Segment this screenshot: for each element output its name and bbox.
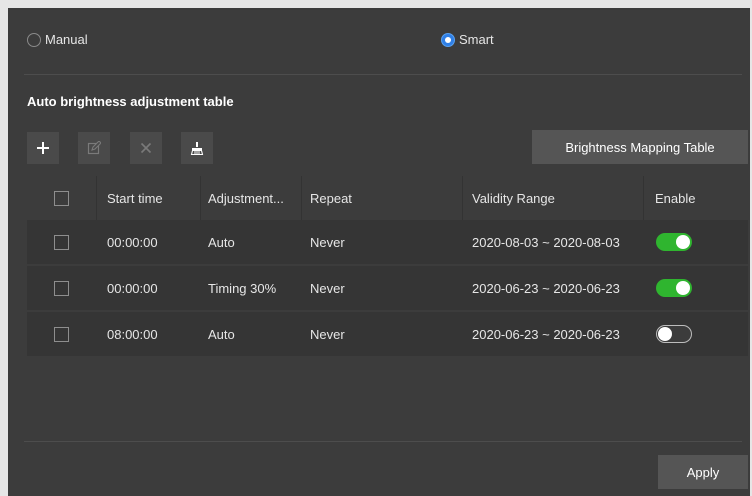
bottom-divider [24,441,742,442]
column-divider [200,176,201,220]
header-enable[interactable]: Enable [655,176,695,220]
top-divider [24,74,742,75]
repeat-cell: Never [310,280,345,296]
table-row[interactable]: 00:00:00 Timing 30% Never 2020-06-23 ~ 2… [27,266,748,310]
toggle-knob [676,281,690,295]
enable-cell [656,312,692,356]
broom-icon [190,141,204,155]
mode-selector: Manual Smart [8,32,750,54]
edit-icon [87,141,101,155]
repeat-cell: Never [310,326,345,342]
repeat-cell: Never [310,234,345,250]
header-adjustment[interactable]: Adjustment... [208,176,284,220]
header-validity-range[interactable]: Validity Range [472,176,555,220]
toggle-knob [658,327,672,341]
brightness-mapping-table-button[interactable]: Brightness Mapping Table [532,130,748,164]
brightness-settings-panel: Manual Smart Auto brightness adjustment … [8,8,750,496]
manual-radio[interactable] [27,32,41,47]
table-row[interactable]: 08:00:00 Auto Never 2020-06-23 ~ 2020-06… [27,312,748,356]
column-divider [462,176,463,220]
validity-range-cell: 2020-06-23 ~ 2020-06-23 [472,280,620,296]
row-select-cell [54,266,69,310]
adjustment-cell: Auto [208,326,235,342]
smart-radio[interactable] [441,32,455,47]
manual-option[interactable]: Manual [27,32,88,47]
select-all-checkbox[interactable] [54,190,69,206]
edit-button[interactable] [78,132,110,164]
start-time-cell: 08:00:00 [107,326,158,342]
row-checkbox[interactable] [54,280,69,296]
delete-button[interactable] [130,132,162,164]
table-row[interactable]: 00:00:00 Auto Never 2020-08-03 ~ 2020-08… [27,220,748,264]
adjustment-cell: Timing 30% [208,280,277,296]
validity-range-cell: 2020-06-23 ~ 2020-06-23 [472,326,620,342]
start-time-cell: 00:00:00 [107,234,158,250]
row-checkbox[interactable] [54,326,69,342]
brightness-table: Start time Adjustment... Repeat Validity… [27,176,748,358]
close-icon [140,142,152,154]
adjustment-cell: Auto [208,234,235,250]
manual-label: Manual [45,32,88,47]
column-divider [96,176,97,220]
clear-button[interactable] [181,132,213,164]
enable-cell [656,220,692,264]
section-title: Auto brightness adjustment table [27,94,234,109]
apply-button[interactable]: Apply [658,455,748,489]
add-button[interactable] [27,132,59,164]
enable-cell [656,266,692,310]
column-divider [301,176,302,220]
row-checkbox[interactable] [54,234,69,250]
header-select-cell [54,176,69,220]
row-select-cell [54,220,69,264]
smart-label: Smart [459,32,494,47]
toggle-knob [676,235,690,249]
start-time-cell: 00:00:00 [107,280,158,296]
smart-option[interactable]: Smart [441,32,494,47]
enable-toggle[interactable] [656,325,692,343]
column-divider [643,176,644,220]
row-select-cell [54,312,69,356]
plus-icon [36,141,50,155]
header-start-time[interactable]: Start time [107,176,163,220]
validity-range-cell: 2020-08-03 ~ 2020-08-03 [472,234,620,250]
table-header: Start time Adjustment... Repeat Validity… [27,176,748,220]
header-repeat[interactable]: Repeat [310,176,352,220]
enable-toggle[interactable] [656,233,692,251]
enable-toggle[interactable] [656,279,692,297]
